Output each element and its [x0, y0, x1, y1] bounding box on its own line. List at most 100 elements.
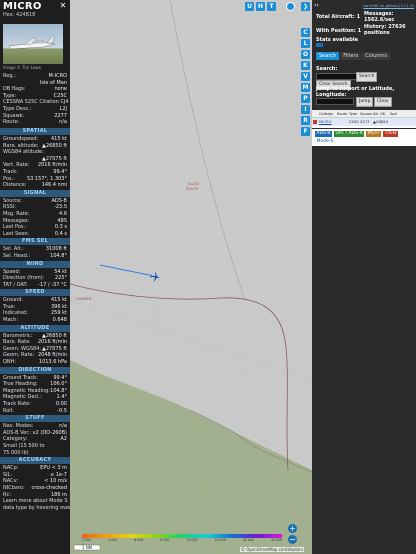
- field-value: 0.4 s: [54, 230, 67, 237]
- map-side-button-c[interactable]: C: [301, 28, 310, 37]
- map-view[interactable]: ALIGN SOUTH HUMBER UHT 1 NM © OpenStreet…: [70, 0, 312, 554]
- table-cell: [336, 118, 348, 126]
- info-row: Source: ADS-B: [0, 198, 70, 205]
- version-link[interactable]: tar1090 on github (3.11.0): [363, 3, 414, 9]
- field-label: Indicated:: [3, 310, 28, 317]
- field-label: Groundspeed:: [3, 136, 39, 142]
- column-header[interactable]: Squawk: [359, 110, 372, 117]
- info-row: True: 396 kt: [0, 304, 70, 311]
- tab-columns[interactable]: Columns: [362, 52, 390, 60]
- field-value: 53.157°, 1.303°: [27, 175, 67, 182]
- info-row: Last Seen: 0.4 s: [0, 231, 70, 238]
- arrows-icon[interactable]: ‹›: [314, 3, 319, 9]
- attribution[interactable]: © OpenStreetMap contributors: [240, 547, 305, 552]
- toggle-circle-icon[interactable]: [286, 2, 295, 11]
- tab-filters[interactable]: Filters: [340, 52, 362, 60]
- tab-search[interactable]: Search: [316, 52, 340, 60]
- info-row: Rc: 186 m: [0, 492, 70, 499]
- field-value: ▲27075 ft: [42, 345, 67, 352]
- scale-label: 1 NM: [82, 545, 93, 550]
- map-side-button-k[interactable]: K: [301, 61, 310, 70]
- column-header[interactable]: Callsign: [318, 110, 336, 117]
- info-row: True Heading: 106.0°: [0, 381, 70, 388]
- legend-tick: 8 000: [160, 538, 170, 542]
- field-label: RSSI:: [3, 204, 16, 211]
- field-value: 31008 ft: [45, 246, 67, 253]
- map-side-button-f[interactable]: F: [301, 127, 310, 136]
- section-header: ALTITUDE: [0, 324, 70, 332]
- field-label: data type by hovering over: [3, 504, 70, 511]
- map-button-u[interactable]: U: [245, 2, 254, 11]
- aircraft-photo[interactable]: [3, 24, 63, 64]
- info-row: Ground Track: 99.4°: [0, 375, 70, 382]
- table-row[interactable]: MICRO C25C 2277 ▲26850: [312, 118, 416, 126]
- field-label: 75 000 lb): [3, 449, 29, 456]
- map-side-button-m[interactable]: M: [301, 83, 310, 92]
- section-header: DIRECTION: [0, 366, 70, 374]
- field-label: NICbaro:: [3, 484, 25, 491]
- legend-tick: 40 000: [270, 538, 282, 542]
- column-header[interactable]: Route: [336, 110, 348, 117]
- collapse-arrow-icon[interactable]: ❯: [301, 2, 310, 11]
- svg-text:SOUTH: SOUTH: [186, 187, 199, 191]
- field-label: Squawk:: [3, 112, 25, 119]
- info-row: NACp: EPU < 3 m: [0, 465, 70, 472]
- map-side-button-l[interactable]: L: [301, 39, 310, 48]
- field-value: 259 kt: [51, 310, 67, 317]
- info-row: NICbaro: cross-checked: [0, 485, 70, 492]
- info-row: Roll: -0.5: [0, 408, 70, 415]
- close-icon[interactable]: ✕: [59, 2, 67, 10]
- map-side-button-o[interactable]: O: [301, 50, 310, 59]
- jump-input[interactable]: [316, 98, 354, 105]
- field-label: Category:: [3, 436, 28, 443]
- field-value: 0.3 s: [54, 224, 67, 231]
- table-cell: ▲26850: [373, 119, 388, 124]
- field-value: 415 kt: [51, 297, 67, 304]
- column-header[interactable]: Type: [348, 110, 359, 117]
- field-value: n/a: [59, 423, 67, 430]
- legend-tick: 10 000: [186, 538, 198, 542]
- info-row: QNH: 1013.6 hPa: [0, 359, 70, 366]
- map-side-button-r[interactable]: R: [301, 116, 310, 125]
- info-row: Barometric: ▲26850 ft: [0, 333, 70, 340]
- map-canvas[interactable]: ALIGN SOUTH HUMBER: [70, 0, 312, 554]
- search-button[interactable]: Search: [356, 72, 378, 82]
- svg-text:HUMBER: HUMBER: [76, 297, 92, 301]
- info-row: Magnetic Decl.: 1.4°: [0, 394, 70, 401]
- field-value: 54 kt: [54, 268, 67, 275]
- column-header[interactable]: Alt. (ft): [372, 110, 389, 117]
- zoom-in-button[interactable]: +: [288, 524, 297, 533]
- source-badge: ADS-B: [315, 131, 332, 137]
- clear-button[interactable]: Clear: [374, 97, 392, 107]
- field-label: ADS-B Ver.:: [3, 429, 32, 436]
- info-row: Geom. WGS84: ▲27075 ft: [0, 346, 70, 353]
- zoom-out-button[interactable]: −: [288, 535, 297, 544]
- column-header[interactable]: Spd: [389, 110, 397, 117]
- aircraft-table: CallsignRouteTypeSquawkAlt. (ft)Spd MICR…: [312, 110, 416, 128]
- info-row: Mach: 0.648: [0, 317, 70, 324]
- field-label: True:: [3, 303, 16, 310]
- map-side-button-v[interactable]: V: [301, 72, 310, 81]
- field-label: Ground Track:: [3, 374, 38, 381]
- info-row: Indicated: 259 kt: [0, 310, 70, 317]
- field-value: 186 m: [50, 491, 67, 498]
- field-value: 225°: [54, 275, 67, 282]
- reg-row: Isle of Man: [0, 80, 70, 87]
- field-label: Msg. Rate:: [3, 210, 30, 217]
- field-label: Type:: [3, 92, 17, 99]
- info-row: ▲27075 ft: [0, 156, 70, 163]
- map-button-t[interactable]: T: [267, 2, 276, 11]
- info-row: WGS84 altitude:: [0, 149, 70, 156]
- field-label: Magnetic Decl.:: [3, 394, 42, 401]
- info-row: Last Pos.: 0.3 s: [0, 224, 70, 231]
- map-button-h[interactable]: H: [256, 2, 265, 11]
- stats-link[interactable]: [316, 43, 323, 47]
- section-header: FMS SEL: [0, 238, 70, 246]
- field-label: QNH:: [3, 359, 17, 366]
- map-side-button-p[interactable]: P: [301, 94, 310, 103]
- map-side-button-i[interactable]: I: [301, 105, 310, 114]
- jump-button[interactable]: Jump: [356, 97, 374, 107]
- field-value: 396 kt: [51, 303, 67, 310]
- reg-row: Squawk: 2277: [0, 113, 70, 120]
- field-value: 104.8°: [50, 387, 67, 394]
